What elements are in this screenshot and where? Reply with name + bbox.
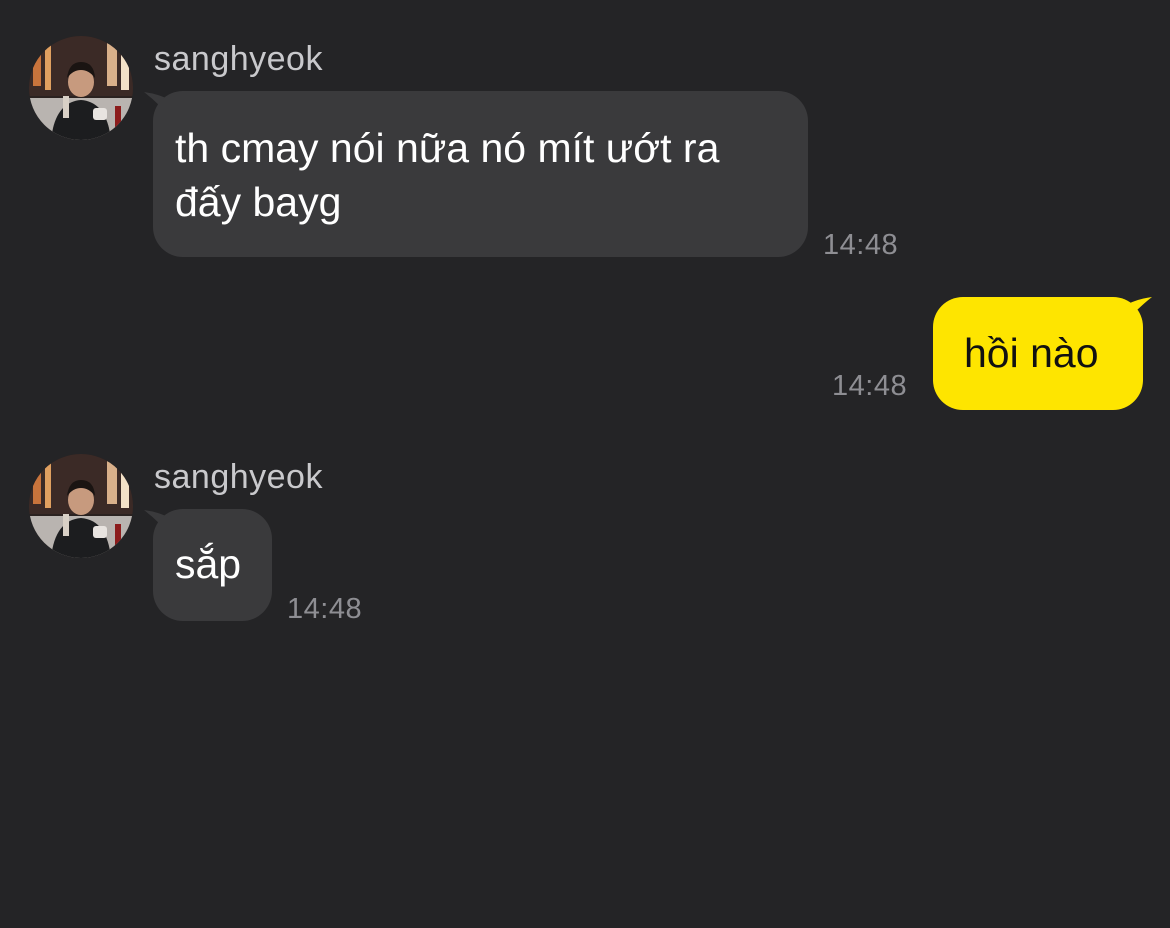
message-timestamp: 14:48 xyxy=(287,593,363,625)
message-text-line: hồi nào xyxy=(964,330,1099,376)
message-bubble[interactable]: hồi nào xyxy=(933,297,1143,410)
message-text-line: sắp xyxy=(175,541,242,587)
chat-screen: sanghyeok th cmay nói nữa nó mít ướt ra … xyxy=(0,0,1170,928)
message-bubble[interactable]: sắp xyxy=(153,509,272,621)
message-text-line: th cmay nói nữa nó mít ướt ra xyxy=(175,125,720,171)
profile-photo-avatar xyxy=(29,454,133,558)
sender-name: sanghyeok xyxy=(154,40,323,78)
profile-photo-avatar xyxy=(29,36,133,140)
message-timestamp: 14:48 xyxy=(832,370,908,402)
message-text-line: đấy bayg xyxy=(175,179,342,225)
message-timestamp: 14:48 xyxy=(823,229,899,261)
sender-avatar[interactable] xyxy=(29,36,133,140)
sender-name: sanghyeok xyxy=(154,458,323,496)
sender-avatar[interactable] xyxy=(29,454,133,558)
message-bubble[interactable]: th cmay nói nữa nó mít ướt ra đấy bayg xyxy=(153,91,808,257)
